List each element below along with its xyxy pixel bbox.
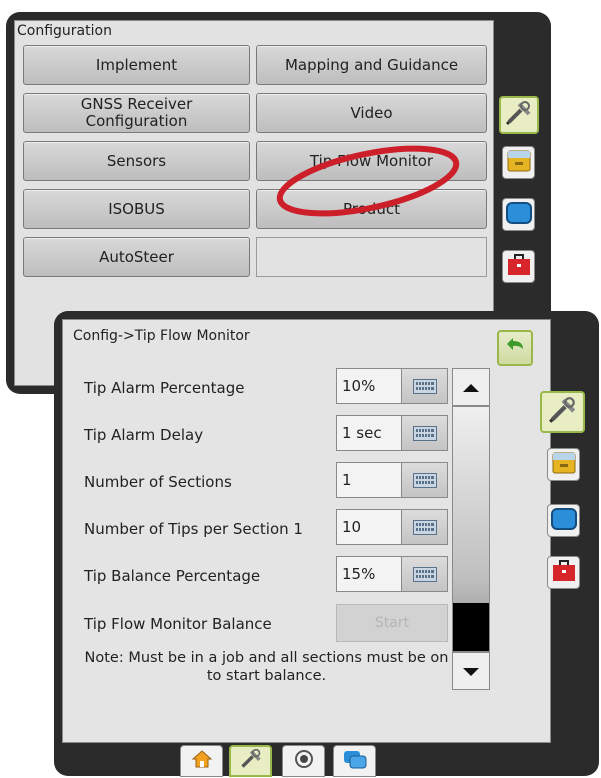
video-button-label: Video	[350, 103, 393, 122]
breadcrumb: Config->Tip Flow Monitor	[73, 328, 250, 344]
video-button[interactable]: Video	[256, 93, 487, 133]
product-button[interactable]: Product	[256, 189, 487, 229]
tip-flow-monitor-button-label: Tip Flow Monitor	[309, 151, 434, 170]
screen-icon	[505, 201, 532, 228]
empty-button-slot	[256, 237, 487, 277]
tip-flow-monitor-button[interactable]: Tip Flow Monitor	[256, 141, 487, 181]
mapping-guidance-button[interactable]: Mapping and Guidance	[256, 45, 487, 85]
data-tab[interactable]	[333, 745, 376, 777]
start-button-label: Start	[374, 615, 410, 631]
screen-icon	[550, 507, 577, 534]
arrow-up-icon	[462, 378, 480, 397]
scroll-track[interactable]	[452, 406, 490, 652]
back-arrow-icon	[505, 337, 525, 359]
mapping-guidance-button-label: Mapping and Guidance	[284, 55, 459, 74]
row-label: Tip Balance Percentage	[84, 567, 261, 585]
arrow-down-icon	[462, 662, 480, 681]
screen-tab[interactable]	[547, 504, 580, 537]
implement-button-label: Implement	[95, 55, 178, 74]
keyboard-icon	[412, 378, 437, 394]
tip-flow-monitor-content: Config->Tip Flow Monitor Tip Alarm Perce…	[62, 319, 551, 743]
product-button-label: Product	[343, 199, 400, 218]
balance-label: Tip Flow Monitor Balance	[84, 615, 272, 633]
drawer-tab[interactable]	[502, 146, 535, 179]
toolbox-tab[interactable]	[502, 250, 535, 283]
drawer-icon	[507, 150, 531, 176]
isobus-button[interactable]: ISOBUS	[23, 189, 250, 229]
scroll-up-button[interactable]	[452, 368, 490, 406]
row-label: Tip Alarm Delay	[84, 426, 204, 444]
sensors-button[interactable]: Sensors	[23, 141, 250, 181]
screen-tab[interactable]	[502, 198, 535, 231]
toolbox-icon	[507, 253, 531, 280]
keyboard-button[interactable]	[401, 556, 448, 592]
tools-icon	[505, 100, 533, 130]
tools-icon	[239, 748, 263, 774]
scroll-thumb[interactable]	[453, 603, 489, 651]
scrollbar[interactable]	[452, 368, 490, 690]
toolbox-icon	[552, 559, 576, 586]
gnss-tab[interactable]	[282, 745, 325, 777]
autosteer-button[interactable]: AutoSteer	[23, 237, 250, 277]
keyboard-icon	[412, 472, 437, 488]
value-field[interactable]: 1	[336, 462, 402, 498]
row-label: Number of Sections	[84, 473, 232, 491]
keyboard-button[interactable]	[401, 462, 448, 498]
keyboard-button[interactable]	[401, 415, 448, 451]
gnss-receiver-button-label: GNSS Receiver Configuration	[80, 95, 193, 130]
keyboard-button[interactable]	[401, 368, 448, 404]
back-button[interactable]	[497, 330, 533, 366]
tools-tab[interactable]	[540, 391, 585, 433]
isobus-button-label: ISOBUS	[108, 199, 165, 218]
data-icon	[343, 749, 367, 773]
drawer-icon	[552, 452, 576, 478]
row-label: Tip Alarm Percentage	[84, 379, 245, 397]
start-button[interactable]: Start	[336, 604, 448, 642]
row-label: Number of Tips per Section 1	[84, 520, 303, 538]
keyboard-icon	[412, 566, 437, 582]
drawer-tab[interactable]	[547, 448, 580, 481]
value-field[interactable]: 10%	[336, 368, 402, 404]
toolbox-tab[interactable]	[547, 556, 580, 589]
home-tab[interactable]	[180, 745, 223, 777]
sensors-button-label: Sensors	[106, 151, 167, 170]
tools-tab[interactable]	[499, 96, 539, 134]
tools-bottom-tab[interactable]	[229, 745, 272, 777]
gnss-receiver-button[interactable]: GNSS Receiver Configuration	[23, 93, 250, 133]
keyboard-button[interactable]	[401, 509, 448, 545]
keyboard-icon	[412, 425, 437, 441]
autosteer-button-label: AutoSteer	[99, 247, 174, 266]
configuration-title: Configuration	[17, 23, 112, 39]
tools-icon	[548, 396, 578, 428]
gnss-icon	[294, 749, 314, 773]
scroll-down-button[interactable]	[452, 652, 490, 690]
implement-button[interactable]: Implement	[23, 45, 250, 85]
home-icon	[191, 749, 213, 773]
tip-flow-monitor-panel: Config->Tip Flow Monitor Tip Alarm Perce…	[54, 311, 599, 776]
value-field[interactable]: 10	[336, 509, 402, 545]
value-field[interactable]: 1 sec	[336, 415, 402, 451]
value-field[interactable]: 15%	[336, 556, 402, 592]
balance-note: Note: Must be in a job and all sections …	[84, 650, 449, 684]
keyboard-icon	[412, 519, 437, 535]
